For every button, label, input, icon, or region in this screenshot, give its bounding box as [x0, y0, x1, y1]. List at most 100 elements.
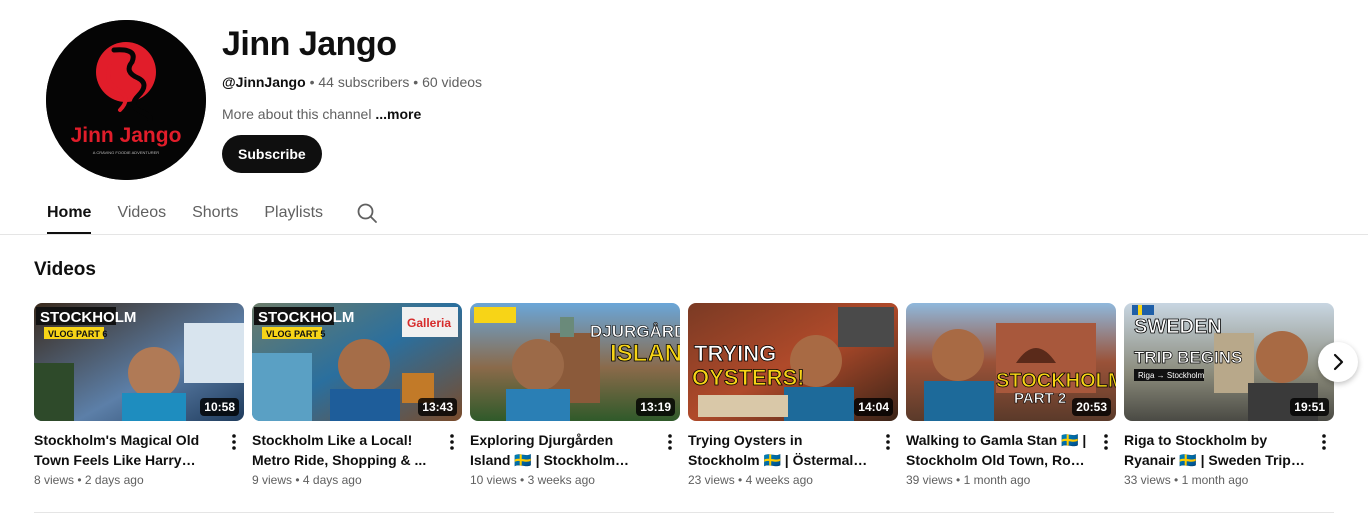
more-vert-icon[interactable] — [1096, 430, 1116, 454]
thumb-text: STOCKHOLM — [258, 309, 354, 326]
video-info: Trying Oysters in Stockholm 🇸🇪 | Österma… — [688, 430, 898, 489]
section-divider — [34, 512, 1334, 513]
video-duration: 13:19 — [636, 398, 675, 416]
more-link[interactable]: ...more — [375, 106, 421, 122]
video-duration: 14:04 — [854, 398, 893, 416]
stats-separator: • — [309, 74, 315, 90]
svg-text:Galleria: Galleria — [407, 316, 451, 330]
tab-playlists[interactable]: Playlists — [251, 190, 336, 235]
meta-separator: • — [295, 473, 300, 487]
video-views: 10 views — [470, 473, 517, 487]
svg-text:Riga → Stockholm: Riga → Stockholm — [1138, 371, 1205, 380]
video-age: 1 month ago — [963, 473, 1031, 487]
video-views: 23 views — [688, 473, 735, 487]
more-vert-icon[interactable] — [442, 430, 462, 454]
video-age: 2 days ago — [84, 473, 144, 487]
more-vert-icon[interactable] — [224, 430, 244, 454]
channel-handle: @JinnJango — [222, 74, 306, 90]
video-age: 4 weeks ago — [745, 473, 813, 487]
video-title[interactable]: Stockholm's Magical Old Town Feels Like … — [34, 430, 220, 470]
video-views: 33 views — [1124, 473, 1171, 487]
video-info: Exploring Djurgården Island 🇸🇪 | Stockho… — [470, 430, 680, 489]
thumb-text: STOCKHOLM — [996, 370, 1116, 392]
thumb-subtext: VLOG PART 5 — [266, 329, 325, 339]
channel-avatar[interactable]: Jinn Jango A CRAVING FOODIE ADVENTURER — [46, 20, 206, 180]
video-meta: 9 views • 4 days ago — [252, 471, 438, 489]
video-duration: 10:58 — [200, 398, 239, 416]
search-icon[interactable] — [352, 198, 382, 228]
video-views: 39 views — [906, 473, 953, 487]
video-thumbnail[interactable]: TRYING OYSTERS! 14:04 — [688, 303, 898, 421]
meta-separator: • — [738, 473, 743, 487]
subscribe-button[interactable]: Subscribe — [222, 135, 322, 173]
video-age: 3 weeks ago — [527, 473, 595, 487]
video-info: Stockholm's Magical Old Town Feels Like … — [34, 430, 244, 489]
video-title[interactable]: Riga to Stockholm by Ryanair 🇸🇪 | Sweden… — [1124, 430, 1310, 470]
channel-tabs: Home Videos Shorts Playlists — [34, 190, 382, 235]
video-duration: 13:43 — [418, 398, 457, 416]
video-thumbnail[interactable]: DJURGÅRDEN ISLAND 13:19 — [470, 303, 680, 421]
video-card[interactable]: TRYING OYSTERS! 14:04 Trying Oysters in … — [688, 303, 898, 489]
video-meta: 23 views • 4 weeks ago — [688, 471, 874, 489]
video-card[interactable]: SWEDEN TRIP BEGINS Riga → Stockholm 19:5… — [1124, 303, 1334, 489]
section-title[interactable]: Videos — [34, 258, 96, 282]
thumb-subtext: VLOG PART 6 — [48, 329, 107, 339]
video-card[interactable]: STOCKHOLM PART 2 20:53 Walking to Gamla … — [906, 303, 1116, 489]
video-duration: 20:53 — [1072, 398, 1111, 416]
video-duration: 19:51 — [1290, 398, 1329, 416]
tab-shorts[interactable]: Shorts — [179, 190, 251, 235]
video-views: 8 views — [34, 473, 75, 487]
video-thumbnail[interactable]: STOCKHOLM VLOG PART 6 10:58 — [34, 303, 244, 421]
video-views: 9 views — [252, 473, 293, 487]
video-meta: 10 views • 3 weeks ago — [470, 471, 656, 489]
video-title[interactable]: Exploring Djurgården Island 🇸🇪 | Stockho… — [470, 430, 656, 470]
tabs-divider — [0, 234, 1368, 235]
meta-separator: • — [77, 473, 82, 487]
tab-videos[interactable]: Videos — [104, 190, 179, 235]
meta-separator: • — [1174, 473, 1179, 487]
channel-stats: @JinnJango • 44 subscribers • 60 videos — [222, 73, 482, 91]
thumb-subtext: TRIP BEGINS — [1134, 348, 1242, 367]
video-thumbnail[interactable]: Galleria STOCKHOLM VLOG PART 5 13:43 — [252, 303, 462, 421]
video-count: 60 videos — [422, 74, 483, 90]
channel-description[interactable]: More about this channel ...more — [222, 105, 482, 123]
video-meta: 8 views • 2 days ago — [34, 471, 220, 489]
avatar-logo-text: Jinn Jango — [71, 124, 182, 147]
tab-home[interactable]: Home — [34, 190, 104, 235]
video-thumbnail[interactable]: STOCKHOLM PART 2 20:53 — [906, 303, 1116, 421]
thumb-text: DJURGÅRDEN — [590, 322, 680, 341]
chevron-right-icon[interactable] — [1318, 342, 1358, 382]
video-info: Riga to Stockholm by Ryanair 🇸🇪 | Sweden… — [1124, 430, 1334, 489]
thumb-subtext: ISLAND — [610, 340, 680, 367]
subscriber-count: 44 subscribers — [318, 74, 410, 90]
video-info: Stockholm Like a Local! Metro Ride, Shop… — [252, 430, 462, 489]
meta-separator: • — [520, 473, 525, 487]
more-vert-icon[interactable] — [878, 430, 898, 454]
video-shelf: STOCKHOLM VLOG PART 6 10:58 Stockholm's … — [34, 303, 1334, 493]
avatar-tagline: A CRAVING FOODIE ADVENTURER — [93, 150, 159, 155]
video-thumbnail[interactable]: SWEDEN TRIP BEGINS Riga → Stockholm 19:5… — [1124, 303, 1334, 421]
video-card[interactable]: DJURGÅRDEN ISLAND 13:19 Exploring Djurgå… — [470, 303, 680, 489]
thumb-text: TRYING — [694, 341, 776, 366]
channel-meta: Jinn Jango @JinnJango • 44 subscribers •… — [222, 24, 482, 173]
channel-logo: Jinn Jango A CRAVING FOODIE ADVENTURER — [46, 20, 206, 180]
channel-header: Jinn Jango A CRAVING FOODIE ADVENTURER J… — [46, 20, 1326, 182]
thumb-subtext: PART 2 — [1014, 390, 1066, 407]
more-vert-icon[interactable] — [1314, 430, 1334, 454]
video-card[interactable]: Galleria STOCKHOLM VLOG PART 5 13:43 Sto… — [252, 303, 462, 489]
video-title[interactable]: Walking to Gamla Stan 🇸🇪 | Stockholm Old… — [906, 430, 1092, 470]
channel-name: Jinn Jango — [222, 25, 397, 63]
thumb-text: STOCKHOLM — [40, 309, 136, 326]
video-meta: 39 views • 1 month ago — [906, 471, 1092, 489]
video-age: 1 month ago — [1181, 473, 1249, 487]
video-title[interactable]: Stockholm Like a Local! Metro Ride, Shop… — [252, 430, 438, 470]
video-info: Walking to Gamla Stan 🇸🇪 | Stockholm Old… — [906, 430, 1116, 489]
thumb-subtext: OYSTERS! — [692, 365, 804, 390]
description-text: More about this channel — [222, 106, 372, 122]
more-vert-icon[interactable] — [660, 430, 680, 454]
video-card[interactable]: STOCKHOLM VLOG PART 6 10:58 Stockholm's … — [34, 303, 244, 489]
meta-separator: • — [956, 473, 961, 487]
thumb-text: SWEDEN — [1134, 316, 1222, 338]
video-title[interactable]: Trying Oysters in Stockholm 🇸🇪 | Österma… — [688, 430, 874, 470]
stats-separator: • — [413, 74, 419, 90]
